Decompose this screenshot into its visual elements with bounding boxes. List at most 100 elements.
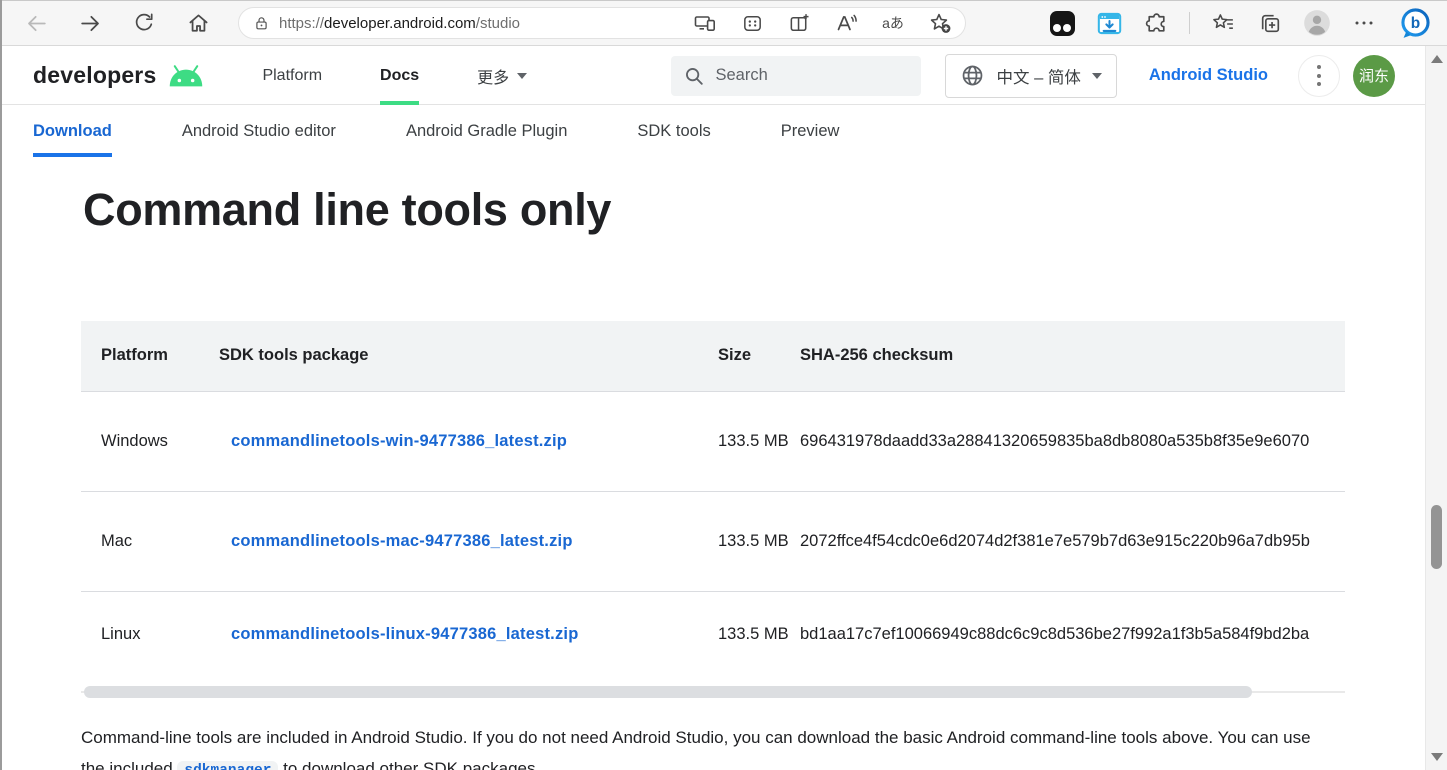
extension-bw-icon xyxy=(1050,11,1075,36)
more-horizontal-icon xyxy=(1352,11,1376,35)
horizontal-scrollbar-thumb[interactable] xyxy=(84,686,1252,698)
grid-dots-button[interactable] xyxy=(739,10,765,36)
settings-menu-button[interactable] xyxy=(1350,9,1378,37)
search-icon xyxy=(683,65,705,87)
sdkmanager-link[interactable]: sdkmanager xyxy=(177,761,278,770)
extensions-button[interactable] xyxy=(1142,9,1170,37)
note-paragraph: Command-line tools are included in Andro… xyxy=(81,722,1321,770)
more-vertical-icon xyxy=(1317,65,1321,69)
download-manager-extension-icon xyxy=(1096,10,1123,37)
download-link-mac[interactable]: commandlinetools-mac-9477386_latest.zip xyxy=(231,532,573,550)
profile-avatar-icon xyxy=(1303,8,1331,38)
bing-icon: b xyxy=(1398,6,1433,41)
site-header: developers Platform Docs 更多 中文 – 简体 Andr… xyxy=(0,47,1425,105)
logo-text: developers xyxy=(33,62,156,89)
chevron-down-icon xyxy=(517,73,527,79)
back-icon xyxy=(24,11,49,36)
extension-bw-button[interactable] xyxy=(1048,9,1076,37)
scroll-up-arrow-icon[interactable] xyxy=(1431,55,1443,63)
search-input[interactable] xyxy=(715,66,895,85)
download-manager-extension-button[interactable] xyxy=(1095,9,1123,37)
split-screen-button[interactable] xyxy=(786,10,812,36)
note-text-after: to download other SDK packages. xyxy=(278,759,540,770)
url-text: https://developer.android.com/studio xyxy=(279,15,520,32)
tab-android-gradle-plugin[interactable]: Android Gradle Plugin xyxy=(406,105,567,157)
col-checksum: SHA-256 checksum xyxy=(800,321,1345,391)
toolbar-right: b xyxy=(1048,5,1433,41)
platform-cell: Windows xyxy=(81,391,219,491)
favorites-star-icon xyxy=(1211,11,1236,36)
chevron-down-icon xyxy=(1092,73,1102,79)
browser-window: https://developer.android.com/studio aあ xyxy=(0,0,1447,770)
globe-icon xyxy=(960,63,985,88)
size-cell: 133.5 MB xyxy=(718,391,800,491)
favorites-button[interactable] xyxy=(1209,9,1237,37)
docs-tab-bar: Download Android Studio editor Android G… xyxy=(0,105,1425,157)
platform-cell: Linux xyxy=(81,591,219,677)
back-button[interactable] xyxy=(22,9,50,37)
tab-download[interactable]: Download xyxy=(33,105,112,157)
table-header-row: Platform SDK tools package Size SHA-256 … xyxy=(81,321,1345,391)
read-aloud-button[interactable] xyxy=(833,10,859,36)
size-cell: 133.5 MB xyxy=(718,491,800,591)
translate-icon: aあ xyxy=(882,13,904,33)
user-avatar[interactable]: 润东 xyxy=(1353,55,1395,97)
col-size: Size xyxy=(718,321,800,391)
browser-profile-button[interactable] xyxy=(1303,9,1331,37)
read-aloud-icon xyxy=(834,11,858,35)
translate-button[interactable]: aあ xyxy=(880,10,906,36)
add-favorite-button[interactable] xyxy=(927,10,953,36)
address-bar-actions: aあ xyxy=(692,10,953,36)
tab-android-studio-editor[interactable]: Android Studio editor xyxy=(182,105,336,157)
collections-icon xyxy=(1258,11,1283,36)
primary-nav: Platform Docs 更多 xyxy=(262,47,527,105)
android-studio-link[interactable]: Android Studio xyxy=(1149,66,1268,85)
vertical-scrollbar-thumb[interactable] xyxy=(1431,505,1442,569)
header-more-button[interactable] xyxy=(1298,55,1340,97)
vertical-scrollbar[interactable] xyxy=(1425,46,1447,770)
add-favorite-icon xyxy=(928,11,952,35)
checksum-cell: 2072ffce4f54cdc0e6d2074d2f381e7e579b7d63… xyxy=(800,491,1345,591)
downloads-table: Platform SDK tools package Size SHA-256 … xyxy=(81,321,1345,677)
forward-button[interactable] xyxy=(76,9,104,37)
toolbar-divider xyxy=(1189,12,1190,34)
bing-chat-button[interactable]: b xyxy=(1397,5,1433,41)
language-label: 中文 – 简体 xyxy=(996,64,1080,88)
extensions-puzzle-icon xyxy=(1144,11,1169,36)
forward-icon xyxy=(78,11,103,36)
scroll-down-arrow-icon[interactable] xyxy=(1431,753,1443,761)
download-link-linux[interactable]: commandlinetools-linux-9477386_latest.zi… xyxy=(231,625,578,643)
platform-cell: Mac xyxy=(81,491,219,591)
table-row: Mac commandlinetools-mac-9477386_latest.… xyxy=(81,491,1345,591)
developers-logo[interactable]: developers xyxy=(33,62,206,89)
url-host: developer.android.com xyxy=(324,15,476,32)
tab-sdk-tools[interactable]: SDK tools xyxy=(637,105,710,157)
url-scheme: https:// xyxy=(279,15,324,32)
horizontal-scrollbar[interactable] xyxy=(81,686,1345,698)
nav-more[interactable]: 更多 xyxy=(477,47,527,105)
tab-preview[interactable]: Preview xyxy=(781,105,840,157)
address-bar[interactable]: https://developer.android.com/studio aあ xyxy=(238,7,966,39)
table-row: Windows commandlinetools-win-9477386_lat… xyxy=(81,391,1345,491)
url-path: /studio xyxy=(476,15,520,32)
home-button[interactable] xyxy=(184,9,212,37)
nav-platform[interactable]: Platform xyxy=(262,47,322,105)
collections-button[interactable] xyxy=(1256,9,1284,37)
svg-text:b: b xyxy=(1410,15,1419,32)
checksum-cell: bd1aa17c7ef10066949c88dc6c9c8d536be27f99… xyxy=(800,591,1345,677)
lock-icon xyxy=(253,15,270,32)
device-sync-icon xyxy=(693,11,717,35)
download-link-windows[interactable]: commandlinetools-win-9477386_latest.zip xyxy=(231,432,567,450)
nav-docs[interactable]: Docs xyxy=(380,47,419,105)
refresh-icon xyxy=(132,11,156,35)
search-box[interactable] xyxy=(671,56,921,96)
col-package: SDK tools package xyxy=(219,321,718,391)
checksum-cell: 696431978daadd33a28841320659835ba8db8080… xyxy=(800,391,1345,491)
home-icon xyxy=(186,11,211,36)
col-platform: Platform xyxy=(81,321,219,391)
language-selector[interactable]: 中文 – 简体 xyxy=(945,54,1116,98)
send-to-devices-button[interactable] xyxy=(692,10,718,36)
table-row: Linux commandlinetools-linux-9477386_lat… xyxy=(81,591,1345,677)
refresh-button[interactable] xyxy=(130,9,158,37)
size-cell: 133.5 MB xyxy=(718,591,800,677)
